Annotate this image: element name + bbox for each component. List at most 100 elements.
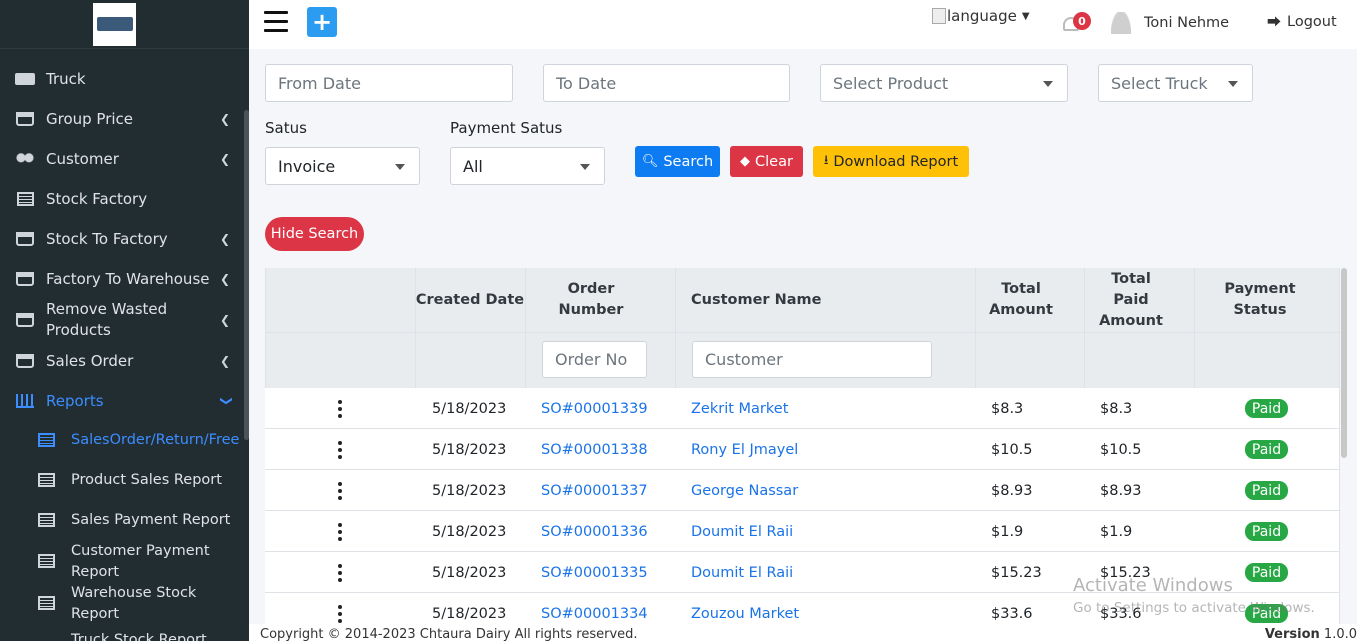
status-badge: Paid <box>1244 481 1289 500</box>
order-number-filter-input[interactable]: Order No <box>542 341 647 378</box>
row-actions-kebab-icon[interactable] <box>265 552 415 593</box>
sidebar-subitem-warehouse-stock-report[interactable]: Warehouse Stock Report <box>38 583 244 625</box>
cell-order[interactable]: SO#00001338 <box>541 429 648 470</box>
sidebar-item-stock-factory[interactable]: Stock Factory <box>0 186 244 212</box>
sidebar-item-sales-order[interactable]: Sales Order ❮ <box>0 348 244 374</box>
column-header-total-paid-amount[interactable]: Total Paid Amount <box>1099 268 1163 332</box>
column-header-order-number[interactable]: Order Number <box>555 268 627 332</box>
sidebar-subitem-product-sales-report[interactable]: Product Sales Report <box>38 470 244 491</box>
cell-paid: $10.5 <box>1100 441 1142 458</box>
add-button[interactable]: + <box>307 7 337 37</box>
chevron-down-icon: ❮ <box>217 395 232 407</box>
user-name: Toni Nehme <box>1144 15 1230 31</box>
download-report-button[interactable]: ⭳ Download Report <box>813 146 969 177</box>
logout-label: Logout <box>1287 14 1337 30</box>
sidebar-item-label: Group Price <box>46 110 134 128</box>
language-flag-icon <box>932 8 946 24</box>
list-icon <box>38 432 56 449</box>
company-logo[interactable] <box>93 2 136 46</box>
status-select[interactable]: Invoice <box>265 147 420 185</box>
order-filter-placeholder: Order No <box>555 350 628 369</box>
eraser-icon: ◆ <box>740 154 751 169</box>
sidebar-subitem-sales-payment-report[interactable]: Sales Payment Report <box>38 510 244 531</box>
sidebar-item-label: Reports <box>46 392 104 410</box>
to-date-input[interactable]: To Date <box>543 64 790 102</box>
row-actions-kebab-icon[interactable] <box>265 429 415 470</box>
column-header-customer-name[interactable]: Customer Name <box>691 268 975 332</box>
row-actions-kebab-icon[interactable] <box>265 388 415 429</box>
cell-order[interactable]: SO#00001339 <box>541 388 648 429</box>
notifications-bell-icon[interactable]: 0 <box>1061 12 1091 36</box>
truck-select-value: Select Truck <box>1111 73 1208 93</box>
caret-down-icon <box>1228 81 1238 87</box>
cart-icon <box>15 271 35 287</box>
caret-down-icon <box>580 164 590 170</box>
sidebar-item-factory-to-warehouse[interactable]: Factory To Warehouse ❮ <box>0 266 244 292</box>
cell-total: $10.5 <box>991 441 1033 458</box>
user-menu[interactable]: Toni Nehme <box>1111 12 1229 34</box>
cell-order[interactable]: SO#00001337 <box>541 470 648 511</box>
cell-customer[interactable]: Zekrit Market <box>691 388 788 429</box>
sidebar-subitem-truck-stock-report[interactable]: Truck Stock Report <box>38 630 244 641</box>
chevron-left-icon: ❮ <box>219 232 230 246</box>
cell-date: 5/18/2023 <box>432 400 507 417</box>
sidebar-item-truck[interactable]: Truck <box>0 66 244 92</box>
table-row[interactable]: 5/18/2023 SO#00001339 Zekrit Market $8.3 $8.… <box>265 388 1339 429</box>
cell-order[interactable]: SO#00001335 <box>541 552 648 593</box>
row-actions-kebab-icon[interactable] <box>265 511 415 552</box>
sidebar-item-stock-to-factory[interactable]: Stock To Factory ❮ <box>0 226 244 252</box>
cell-customer[interactable]: Rony El Jmayel <box>691 429 798 470</box>
table-row[interactable]: 5/18/2023 SO#00001336 Doumit El Raii $1.9 $1… <box>265 511 1339 552</box>
table-row[interactable]: 5/18/2023 SO#00001337 George Nassar $8.93 $8… <box>265 470 1339 511</box>
sidebar-item-customer[interactable]: Customer ❮ <box>0 146 244 172</box>
caret-down-icon <box>1043 81 1053 87</box>
sidebar-subitem-customer-payment-report[interactable]: Customer Payment Report <box>38 541 244 583</box>
cell-customer[interactable]: Doumit El Raii <box>691 552 793 593</box>
sidebar-item-remove-wasted-products[interactable]: Remove Wasted Products ❮ <box>0 298 244 342</box>
sidebar-item-reports[interactable]: Reports ❮ <box>0 388 244 414</box>
table-scrollbar[interactable] <box>1341 268 1347 458</box>
sidebar-subitem-label: Truck Stock Report <box>71 632 207 641</box>
search-button-label: Search <box>663 153 714 170</box>
cell-paid: $1.9 <box>1100 523 1133 540</box>
version-label: Version <box>1264 627 1320 641</box>
payment-status-select[interactable]: All <box>450 147 605 185</box>
status-badge: Paid <box>1244 522 1289 541</box>
list-icon <box>38 554 56 570</box>
table-row[interactable]: 5/18/2023 SO#00001338 Rony El Jmayel $10.5 $… <box>265 429 1339 470</box>
clear-button[interactable]: ◆ Clear <box>730 146 803 177</box>
language-dropdown[interactable]: language ▼ <box>932 7 1030 25</box>
hamburger-menu-icon[interactable] <box>264 11 288 33</box>
cell-date: 5/18/2023 <box>432 482 507 499</box>
cell-paid: $8.93 <box>1100 482 1142 499</box>
payment-status-cell: Paid <box>1194 388 1339 429</box>
sidebar-subitem-salesorder-return-free[interactable]: SalesOrder/Return/Free <box>38 430 244 451</box>
download-button-label: Download Report <box>833 153 959 170</box>
customer-filter-input[interactable]: Customer <box>692 341 932 378</box>
search-button[interactable]: 🔍︎ Search <box>635 146 720 177</box>
product-select[interactable]: Select Product <box>820 64 1068 102</box>
truck-select[interactable]: Select Truck <box>1098 64 1253 102</box>
payment-status-cell: Paid <box>1194 470 1339 511</box>
language-label: language <box>947 7 1017 25</box>
cart-icon <box>15 353 35 369</box>
from-date-input[interactable]: From Date <box>265 64 513 102</box>
sidebar-subitem-label: Product Sales Report <box>71 472 222 488</box>
caret-down-icon <box>395 164 405 170</box>
row-actions-kebab-icon[interactable] <box>265 470 415 511</box>
watermark-title: Activate Windows <box>1073 575 1233 596</box>
cell-customer[interactable]: George Nassar <box>691 470 798 511</box>
cell-order[interactable]: SO#00001336 <box>541 511 648 552</box>
cell-customer[interactable]: Doumit El Raii <box>691 511 793 552</box>
column-header-total-amount[interactable]: Total Amount <box>984 268 1058 332</box>
column-header-created-date[interactable]: Created Date <box>415 268 525 332</box>
customer-filter-placeholder: Customer <box>705 350 783 369</box>
chevron-left-icon: ❮ <box>219 354 230 368</box>
footer: Copyright © 2014-2023 Chtaura Dairy All … <box>249 624 1357 641</box>
sidebar-item-group-price[interactable]: Group Price ❮ <box>0 106 244 132</box>
list-icon <box>38 630 56 641</box>
avatar <box>1111 12 1131 34</box>
column-header-payment-status[interactable]: Payment Status <box>1217 268 1303 332</box>
logout-button[interactable]: ⮕ Logout <box>1267 12 1337 32</box>
hide-search-button[interactable]: Hide Search <box>265 217 364 251</box>
